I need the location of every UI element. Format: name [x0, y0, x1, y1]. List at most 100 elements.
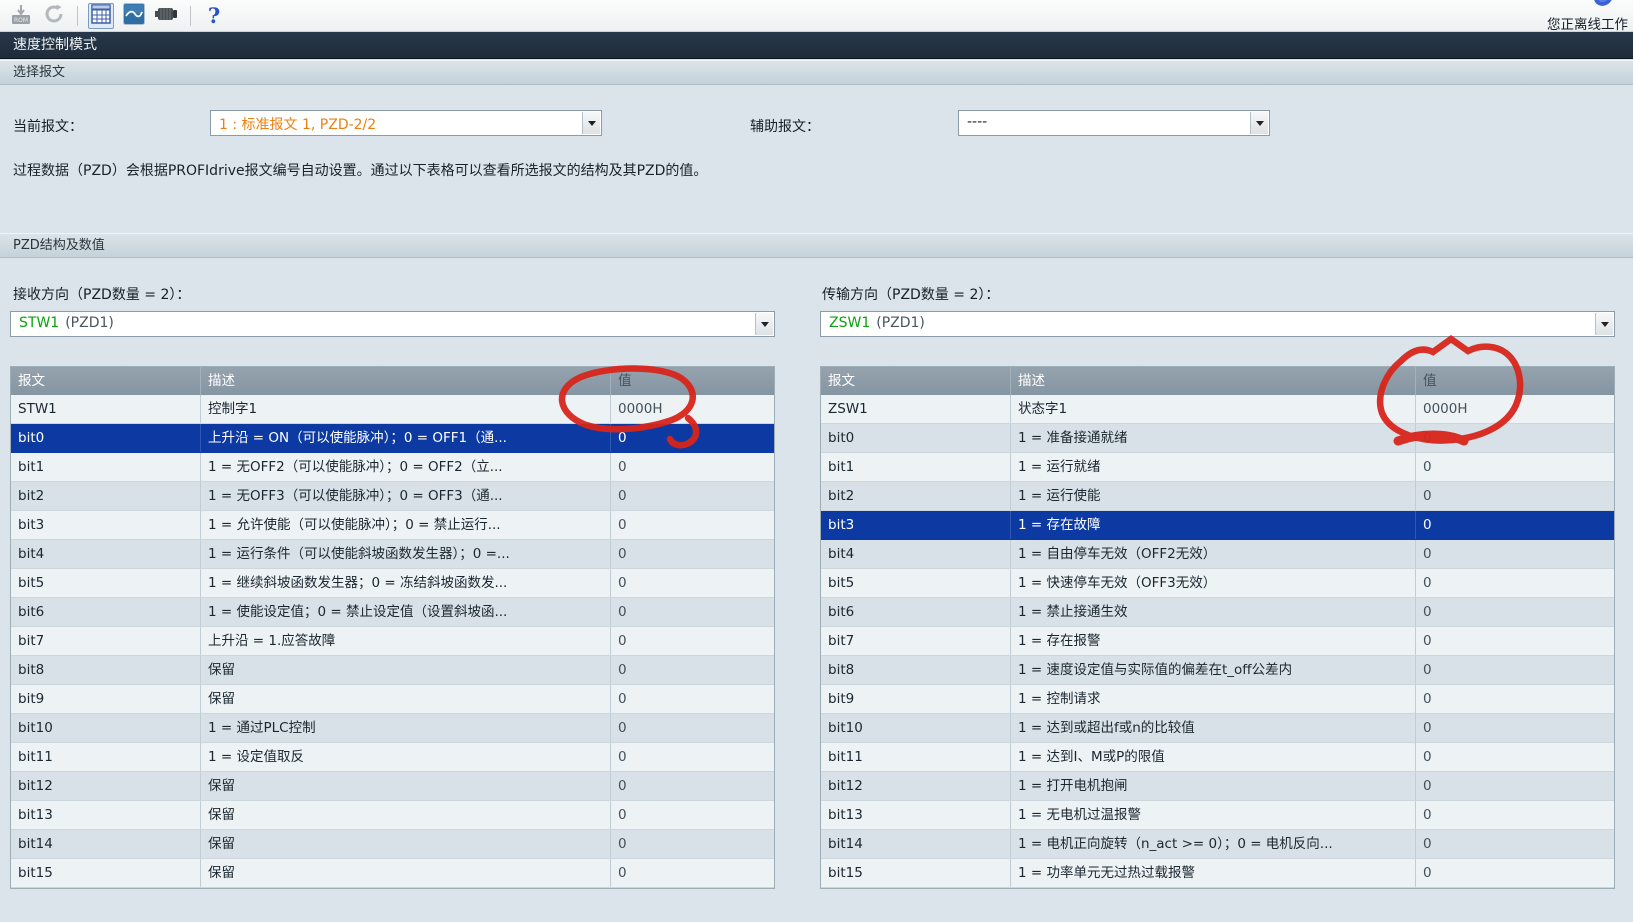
cell-desc: 1 = 允许使能（可以使能脉冲）；0 = 禁止运行... — [201, 511, 611, 539]
table-row[interactable]: bit21 = 无OFF3（可以使能脉冲）；0 = OFF3（通...0 — [11, 482, 774, 511]
table-row[interactable]: bit14保留0 — [11, 830, 774, 859]
table-row[interactable]: bit21 = 运行使能0 — [821, 482, 1614, 511]
table-row[interactable]: bit61 = 使能设定值；0 = 禁止设定值（设置斜坡函...0 — [11, 598, 774, 627]
motor-button[interactable] — [154, 3, 180, 29]
table-row[interactable]: bit41 = 自由停车无效（OFF2无效）0 — [821, 540, 1614, 569]
cell-desc: 1 = 使能设定值；0 = 禁止设定值（设置斜坡函... — [201, 598, 611, 626]
current-telegram-select[interactable]: 1 : 标准报文 1, PZD-2/2 — [210, 110, 602, 136]
cell-value: 0 — [611, 714, 774, 742]
table-row[interactable]: bit71 = 存在报警0 — [821, 627, 1614, 656]
header-value: 值 — [611, 367, 774, 395]
table-row[interactable]: bit61 = 禁止接通生效0 — [821, 598, 1614, 627]
table-header: 报文 描述 值 — [821, 367, 1614, 395]
table-row[interactable]: ZSW1状态字10000H — [821, 395, 1614, 424]
cell-desc: 1 = 禁止接通生效 — [1011, 598, 1416, 626]
cell-name: bit7 — [821, 627, 1011, 655]
cell-name: bit10 — [11, 714, 201, 742]
table-row[interactable]: bit11 = 无OFF2（可以使能脉冲）；0 = OFF2（立...0 — [11, 453, 774, 482]
cell-value: 0 — [611, 859, 774, 887]
table-row[interactable]: bit12保留0 — [11, 772, 774, 801]
cell-value: 0 — [1416, 656, 1614, 684]
table-row[interactable]: bit51 = 继续斜坡函数发生器；0 = 冻结斜坡函数发...0 — [11, 569, 774, 598]
cell-value: 0 — [611, 569, 774, 597]
transmit-word-select[interactable]: ZSW1(PZD1) — [820, 311, 1615, 337]
aux-telegram-label: 辅助报文： — [750, 116, 820, 136]
cell-desc: 1 = 无OFF3（可以使能脉冲）；0 = OFF3（通... — [201, 482, 611, 510]
cell-name: bit6 — [11, 598, 201, 626]
toolbar-separator — [190, 6, 191, 26]
table-row[interactable]: STW1控制字10000H — [11, 395, 774, 424]
table-row[interactable]: bit101 = 通过PLC控制0 — [11, 714, 774, 743]
toolbar: ROM — [0, 0, 1633, 32]
cell-desc: 1 = 运行就绪 — [1011, 453, 1416, 481]
help-button[interactable]: ? — [201, 3, 227, 29]
table-row[interactable]: bit121 = 打开电机抱闸0 — [821, 772, 1614, 801]
table-row[interactable]: bit131 = 无电机过温报警0 — [821, 801, 1614, 830]
parameter-grid-icon — [91, 4, 111, 28]
table-row[interactable]: bit81 = 速度设定值与实际值的偏差在t_off公差内0 — [821, 656, 1614, 685]
section-select-telegram: 选择报文 — [0, 60, 1633, 85]
table-row[interactable]: bit141 = 电机正向旋转（n_act >= 0）；0 = 电机反向...0 — [821, 830, 1614, 859]
cell-value: 0 — [1416, 482, 1614, 510]
dropdown-arrow-icon — [755, 313, 773, 335]
refresh-button[interactable] — [41, 3, 67, 29]
table-row[interactable]: bit8保留0 — [11, 656, 774, 685]
cell-name: bit5 — [821, 569, 1011, 597]
table-row[interactable]: bit31 = 允许使能（可以使能脉冲）；0 = 禁止运行...0 — [11, 511, 774, 540]
cell-value: 0 — [1416, 424, 1614, 452]
toolbar-separator — [77, 6, 78, 26]
cell-name: bit11 — [821, 743, 1011, 771]
cell-value: 0 — [1416, 714, 1614, 742]
table-row[interactable]: bit9保留0 — [11, 685, 774, 714]
aux-telegram-value: ---- — [967, 114, 987, 130]
table-row[interactable]: bit51 = 快速停车无效（OFF3无效）0 — [821, 569, 1614, 598]
cell-name: bit8 — [821, 656, 1011, 684]
cell-value: 0000H — [611, 395, 774, 423]
cell-name: bit3 — [11, 511, 201, 539]
table-row[interactable]: bit111 = 达到I、M或P的限值0 — [821, 743, 1614, 772]
cell-value: 0 — [1416, 598, 1614, 626]
save-to-rom-button[interactable]: ROM — [8, 3, 34, 29]
cell-desc: 1 = 运行条件（可以使能斜坡函数发生器）；0 =... — [201, 540, 611, 568]
cell-desc: 控制字1 — [201, 395, 611, 423]
cell-value: 0 — [611, 656, 774, 684]
receive-direction-label: 接收方向（PZD数量 = 2）： — [13, 284, 190, 304]
dropdown-arrow-icon — [1250, 112, 1268, 134]
cell-value: 0 — [1416, 859, 1614, 887]
table-header: 报文 描述 值 — [11, 367, 774, 395]
cell-name: bit7 — [11, 627, 201, 655]
cell-name: bit0 — [821, 424, 1011, 452]
table-row[interactable]: bit31 = 存在故障0 — [821, 511, 1614, 540]
cell-value: 0 — [611, 511, 774, 539]
cell-name: bit8 — [11, 656, 201, 684]
cell-desc: 状态字1 — [1011, 395, 1416, 423]
table-row[interactable]: bit7上升沿 = 1.应答故障0 — [11, 627, 774, 656]
table-row[interactable]: bit01 = 准备接通就绪0 — [821, 424, 1614, 453]
table-row[interactable]: bit151 = 功率单元无过热过载报警0 — [821, 859, 1614, 888]
table-row[interactable]: bit0上升沿 = ON（可以使能脉冲）；0 = OFF1（通...0 — [11, 424, 774, 453]
table-row[interactable]: bit41 = 运行条件（可以使能斜坡函数发生器）；0 =...0 — [11, 540, 774, 569]
cell-name: bit2 — [821, 482, 1011, 510]
table-row[interactable]: bit11 = 运行就绪0 — [821, 453, 1614, 482]
aux-telegram-select[interactable]: ---- — [958, 110, 1270, 136]
table-row[interactable]: bit91 = 控制请求0 — [821, 685, 1614, 714]
cell-desc: 1 = 存在报警 — [1011, 627, 1416, 655]
table-body: STW1控制字10000Hbit0上升沿 = ON（可以使能脉冲）；0 = OF… — [11, 395, 774, 888]
transmit-pzd-table: 报文 描述 值 ZSW1状态字10000Hbit01 = 准备接通就绪0bit1… — [820, 366, 1615, 889]
cell-name: bit9 — [11, 685, 201, 713]
cell-desc: 上升沿 = 1.应答故障 — [201, 627, 611, 655]
header-description: 描述 — [1011, 367, 1416, 395]
trace-chart-button[interactable] — [121, 3, 147, 29]
section-pzd-structure: PZD结构及数值 — [0, 233, 1633, 258]
table-row[interactable]: bit101 = 达到或超出f或n的比较值0 — [821, 714, 1614, 743]
cell-value: 0 — [1416, 801, 1614, 829]
table-row[interactable]: bit111 = 设定值取反0 — [11, 743, 774, 772]
receive-word-select[interactable]: STW1(PZD1) — [10, 311, 775, 337]
cell-value: 0 — [1416, 453, 1614, 481]
table-row[interactable]: bit13保留0 — [11, 801, 774, 830]
page-title: 速度控制模式 — [0, 32, 1633, 59]
cell-value: 0 — [1416, 743, 1614, 771]
cell-value: 0 — [611, 685, 774, 713]
parameter-grid-button[interactable] — [88, 3, 114, 29]
table-row[interactable]: bit15保留0 — [11, 859, 774, 888]
